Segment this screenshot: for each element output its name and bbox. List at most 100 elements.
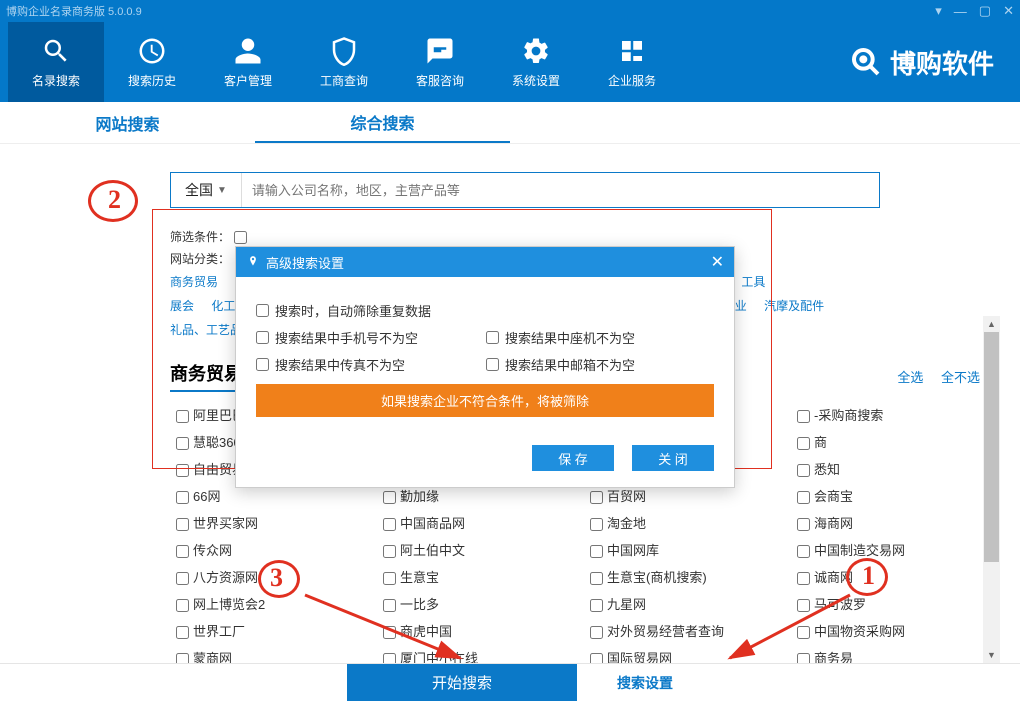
site-checkbox-cell[interactable]: 悉知 [793,456,998,481]
site-checkbox-cell[interactable]: 中国商品网 [379,510,584,535]
checkbox[interactable] [797,518,810,531]
site-checkbox-cell[interactable]: 九星网 [586,591,791,616]
tool-search-history[interactable]: 搜索历史 [104,22,200,102]
checkbox[interactable] [176,437,189,450]
checkbox[interactable] [797,545,810,558]
checkbox[interactable] [176,626,189,639]
close-icon[interactable]: ✕ [1003,3,1014,19]
checkbox[interactable] [797,464,810,477]
scroll-up-icon[interactable]: ▲ [983,316,1000,332]
site-checkbox-cell[interactable]: 海商网 [793,510,998,535]
checkbox[interactable] [590,545,603,558]
checkbox[interactable] [797,410,810,423]
select-all-link[interactable]: 全选 [897,370,923,385]
scroll-down-icon[interactable]: ▼ [983,647,1000,663]
checkbox[interactable] [176,572,189,585]
site-checkbox-cell[interactable]: 淘金地 [586,510,791,535]
category-link[interactable]: 化工 [211,299,235,313]
close-button[interactable]: 关 闭 [632,445,714,471]
checkbox[interactable] [797,626,810,639]
checkbox[interactable] [383,491,396,504]
site-checkbox-cell[interactable]: 马可波罗 [793,591,998,616]
checkbox[interactable] [176,599,189,612]
category-link[interactable]: 汽摩及配件 [764,299,824,313]
tool-directory-search[interactable]: 名录搜索 [8,22,104,102]
category-link[interactable]: 展会 [170,299,194,313]
checkbox[interactable] [383,545,396,558]
checkbox[interactable] [176,545,189,558]
maximize-icon[interactable]: ▢ [979,3,991,19]
checkbox[interactable] [256,304,269,317]
select-none-link[interactable]: 全不选 [941,370,980,385]
site-checkbox-cell[interactable]: 世界工厂 [172,618,377,643]
tool-customer-service[interactable]: 客服咨询 [392,22,488,102]
site-checkbox-cell[interactable]: 中国物资采购网 [793,618,998,643]
checkbox[interactable] [590,491,603,504]
site-checkbox-cell[interactable]: 阿土伯中文 [379,537,584,562]
modal-close-icon[interactable]: ✕ [711,252,724,272]
shield-icon [329,36,359,66]
site-checkbox-cell[interactable]: 中国网库 [586,537,791,562]
scroll-thumb[interactable] [984,332,999,562]
tool-customer-manage[interactable]: 客户管理 [200,22,296,102]
checkbox[interactable] [797,599,810,612]
checkbox[interactable] [383,599,396,612]
site-checkbox-cell[interactable]: 世界买家网 [172,510,377,535]
opt-dedup[interactable]: 搜索时，自动筛除重复数据 [256,301,446,320]
checkbox[interactable] [486,331,499,344]
region-select[interactable]: 全国 ▼ [171,173,242,207]
checkbox[interactable] [256,331,269,344]
brand-icon [850,46,882,78]
site-checkbox-cell[interactable]: -采购商搜索 [793,402,998,427]
site-checkbox-cell[interactable]: 商虎中国 [379,618,584,643]
checkbox[interactable] [590,572,603,585]
search-settings-link[interactable]: 搜索设置 [617,673,673,693]
checkbox[interactable] [797,572,810,585]
site-checkbox-cell[interactable]: 传众网 [172,537,377,562]
site-checkbox-cell[interactable]: 对外贸易经营者查询 [586,618,791,643]
tab-web-search[interactable]: 网站搜索 [0,102,255,143]
checkbox[interactable] [383,518,396,531]
site-checkbox-cell[interactable]: 一比多 [379,591,584,616]
checkbox[interactable] [590,626,603,639]
checkbox[interactable] [383,626,396,639]
minimize-icon[interactable]: — [954,4,967,19]
start-search-button[interactable]: 开始搜索 [347,664,577,701]
site-checkbox-cell[interactable]: 中国制造交易网 [793,537,998,562]
checkbox[interactable] [176,464,189,477]
checkbox[interactable] [256,358,269,371]
opt-phone[interactable]: 搜索结果中座机不为空 [486,328,676,347]
checkbox[interactable] [176,491,189,504]
dropdown-icon[interactable]: ▾ [935,3,942,19]
site-checkbox-cell[interactable]: 网上博览会2 [172,591,377,616]
save-button[interactable]: 保 存 [532,445,614,471]
opt-mobile[interactable]: 搜索结果中手机号不为空 [256,328,446,347]
site-checkbox-cell[interactable]: 诚商网 [793,564,998,589]
site-checkbox-cell[interactable]: 生意宝(商机搜索) [586,564,791,589]
opt-mail[interactable]: 搜索结果中邮箱不为空 [486,355,676,374]
checkbox[interactable] [176,410,189,423]
checkbox[interactable] [486,358,499,371]
tab-combo-search[interactable]: 综合搜索 [255,102,510,143]
tool-business-query[interactable]: 工商查询 [296,22,392,102]
site-label: 淘金地 [607,516,646,531]
region-label: 全国 [185,180,213,200]
checkbox[interactable] [176,518,189,531]
opt-fax[interactable]: 搜索结果中传真不为空 [256,355,446,374]
tool-enterprise-service[interactable]: 企业服务 [584,22,680,102]
site-checkbox-cell[interactable]: 八方资源网 [172,564,377,589]
filter-checkbox[interactable] [234,231,247,244]
site-checkbox-cell[interactable]: 会商宝 [793,483,998,508]
category-link[interactable]: 商务贸易 [170,275,218,289]
search-input[interactable] [242,183,879,198]
site-checkbox-cell[interactable]: 生意宝 [379,564,584,589]
tool-system-settings[interactable]: 系统设置 [488,22,584,102]
checkbox[interactable] [383,572,396,585]
checkbox[interactable] [797,491,810,504]
checkbox[interactable] [590,518,603,531]
site-label: 对外贸易经营者查询 [607,624,724,639]
scrollbar[interactable]: ▲ ▼ [983,316,1000,663]
checkbox[interactable] [590,599,603,612]
site-checkbox-cell[interactable]: 商 [793,429,998,454]
checkbox[interactable] [797,437,810,450]
